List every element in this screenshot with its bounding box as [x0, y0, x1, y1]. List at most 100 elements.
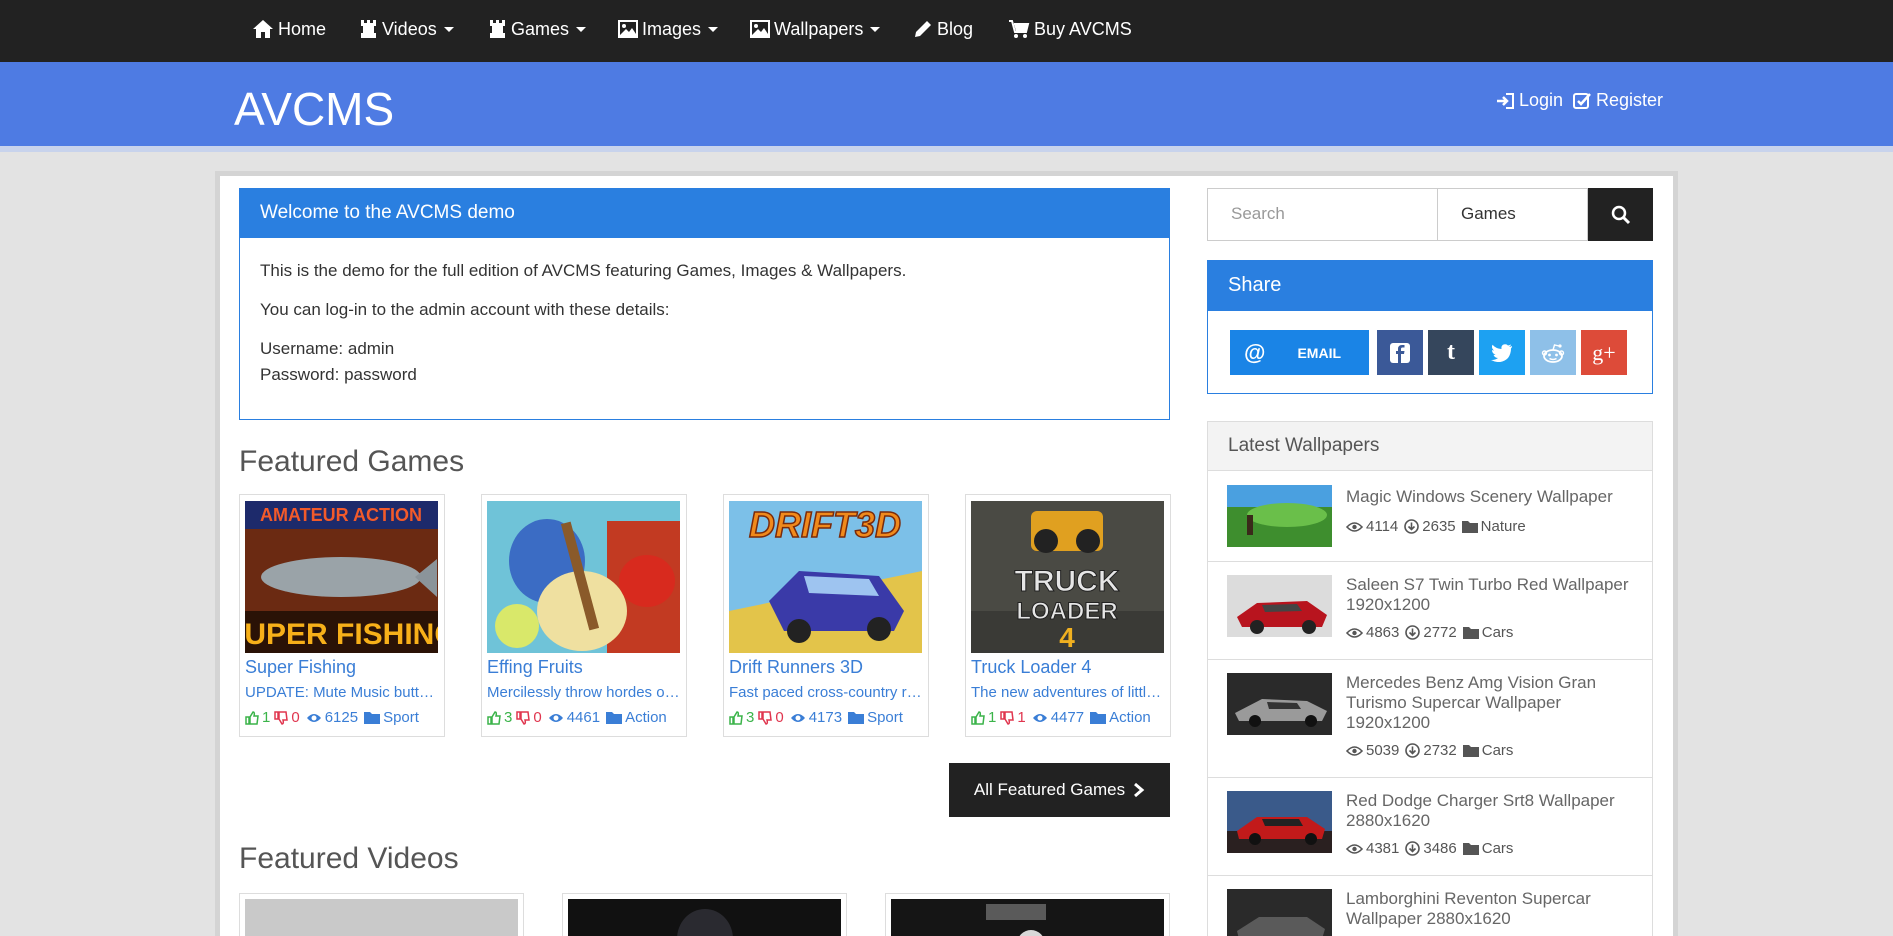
- share-twitter-button[interactable]: [1479, 330, 1525, 375]
- wallpaper-thumbnail[interactable]: [1227, 673, 1332, 735]
- search-type-select[interactable]: Games: [1437, 188, 1588, 241]
- welcome-title: Welcome to the AVCMS demo: [240, 189, 1169, 238]
- views-count: 4477: [1050, 709, 1085, 726]
- download-icon: [1405, 625, 1421, 640]
- svg-text:TRUCK: TRUCK: [1015, 565, 1120, 598]
- game-title[interactable]: Effing Fruits: [487, 657, 583, 678]
- category[interactable]: Sport: [848, 709, 903, 726]
- welcome-password: Password: password: [260, 365, 417, 384]
- search-input[interactable]: Search: [1207, 188, 1437, 241]
- likes-count: 1: [988, 709, 997, 726]
- chevron-down-icon: [576, 26, 587, 32]
- eye-icon: [1346, 627, 1363, 638]
- likes[interactable]: 1: [971, 709, 996, 726]
- video-tile[interactable]: [562, 893, 847, 936]
- welcome-username: Username: admin: [260, 339, 395, 358]
- login-icon: [1497, 92, 1514, 109]
- share-reddit-button[interactable]: [1530, 330, 1576, 375]
- featured-games-title: Featured Games: [239, 445, 465, 478]
- nav-games[interactable]: Games: [488, 0, 587, 58]
- thumbs-up-icon: [971, 710, 985, 725]
- dislikes[interactable]: 0: [516, 709, 542, 726]
- category[interactable]: Sport: [364, 709, 419, 726]
- share-tumblr-button[interactable]: t: [1428, 330, 1474, 375]
- nav-buy[interactable]: Buy AVCMS: [1008, 0, 1132, 58]
- game-thumbnail[interactable]: DRIFT3D: [729, 501, 922, 653]
- svg-text:DRIFT3D: DRIFT3D: [749, 504, 901, 545]
- eye-icon: [306, 713, 321, 722]
- wallpaper-stats: 5039 2732 Cars: [1346, 742, 1519, 759]
- likes[interactable]: 3: [487, 709, 512, 726]
- category[interactable]: Action: [606, 709, 667, 726]
- svg-text:LOADER: LOADER: [1016, 598, 1117, 625]
- game-title[interactable]: Truck Loader 4: [971, 657, 1091, 678]
- wallpaper-thumbnail[interactable]: [1227, 485, 1332, 547]
- wallpaper-title[interactable]: Saleen S7 Twin Turbo Red Wallpaper 1920x…: [1346, 575, 1636, 615]
- eye-icon: [1346, 745, 1363, 756]
- game-title[interactable]: Drift Runners 3D: [729, 657, 863, 678]
- share-email-label: EMAIL: [1297, 344, 1342, 361]
- wallpaper-thumbnail[interactable]: [1227, 791, 1332, 853]
- video-thumbnail[interactable]: [568, 899, 841, 936]
- nav-blog[interactable]: Blog: [913, 0, 973, 58]
- wallpaper-stats: 4863 2772 Cars: [1346, 624, 1519, 641]
- latest-wallpapers-title: Latest Wallpapers: [1208, 422, 1652, 471]
- featured-videos-title: Featured Videos: [239, 842, 459, 875]
- wallpaper-item[interactable]: Magic Windows Scenery Wallpaper 4114 263…: [1208, 472, 1652, 562]
- game-stats: 1 1 4477 Action: [971, 709, 1151, 726]
- video-thumbnail[interactable]: [891, 899, 1164, 936]
- video-thumbnail[interactable]: [245, 899, 518, 936]
- login-link[interactable]: Login: [1495, 90, 1563, 111]
- dislikes[interactable]: 0: [758, 709, 784, 726]
- game-description: UPDATE: Mute Music button added: [245, 684, 438, 701]
- wallpaper-title[interactable]: Mercedes Benz Amg Vision Gran Turismo Su…: [1346, 673, 1636, 733]
- wallpaper-thumbnail[interactable]: [1227, 889, 1332, 936]
- search-button[interactable]: [1588, 188, 1653, 241]
- dislikes[interactable]: 0: [274, 709, 300, 726]
- game-tile[interactable]: DRIFT3D Drift Runners 3D Fast paced cros…: [723, 494, 929, 737]
- game-description: The new adventures of little truck: [971, 684, 1164, 701]
- category[interactable]: Action: [1090, 709, 1151, 726]
- nav-images[interactable]: Images: [618, 0, 719, 58]
- wallpaper-item[interactable]: Red Dodge Charger Srt8 Wallpaper 2880x16…: [1208, 778, 1652, 876]
- share-email-button[interactable]: @ EMAIL: [1230, 330, 1369, 375]
- video-tile[interactable]: [885, 893, 1170, 936]
- category-label: Action: [1109, 709, 1151, 726]
- game-thumbnail[interactable]: TRUCK LOADER 4: [971, 501, 1164, 653]
- wallpaper-item[interactable]: Saleen S7 Twin Turbo Red Wallpaper 1920x…: [1208, 562, 1652, 660]
- share-panel: Share @ EMAIL t g+: [1207, 260, 1653, 394]
- views-count: 6125: [324, 709, 359, 726]
- likes[interactable]: 3: [729, 709, 754, 726]
- wallpaper-item[interactable]: Mercedes Benz Amg Vision Gran Turismo Su…: [1208, 660, 1652, 778]
- share-facebook-button[interactable]: [1377, 330, 1423, 375]
- share-googleplus-button[interactable]: g+: [1581, 330, 1627, 375]
- nav-wallpapers[interactable]: Wallpapers: [750, 0, 881, 58]
- wallpaper-item[interactable]: Lamborghini Reventon Supercar Wallpaper …: [1208, 876, 1652, 936]
- register-link[interactable]: Register: [1573, 90, 1663, 111]
- game-thumbnail[interactable]: AMATEUR ACTION SUPER FISHING: [245, 501, 438, 653]
- check-square-icon: [1573, 92, 1591, 109]
- game-stats: 1 0 6125 Sport: [245, 709, 419, 726]
- thumbs-up-icon: [729, 710, 743, 725]
- all-featured-games-label: All Featured Games: [973, 780, 1126, 799]
- game-tile[interactable]: AMATEUR ACTION SUPER FISHING Super Fishi…: [239, 494, 445, 737]
- game-title[interactable]: Super Fishing: [245, 657, 356, 678]
- nav-home[interactable]: Home: [252, 0, 326, 58]
- views-count: 4863: [1366, 624, 1400, 641]
- dislikes[interactable]: 1: [1000, 709, 1026, 726]
- nav-videos[interactable]: Videos: [359, 0, 454, 58]
- game-thumbnail[interactable]: [487, 501, 680, 653]
- game-tile[interactable]: TRUCK LOADER 4 Truck Loader 4 The new ad…: [965, 494, 1171, 737]
- eye-icon: [1346, 843, 1363, 854]
- wallpaper-title[interactable]: Red Dodge Charger Srt8 Wallpaper 2880x16…: [1346, 791, 1636, 831]
- all-featured-games-button[interactable]: All Featured Games: [949, 763, 1170, 817]
- wallpaper-thumbnail[interactable]: [1227, 575, 1332, 637]
- wallpaper-title[interactable]: Lamborghini Reventon Supercar Wallpaper …: [1346, 889, 1636, 929]
- wallpaper-title[interactable]: Magic Windows Scenery Wallpaper: [1346, 487, 1636, 507]
- video-tile[interactable]: [239, 893, 524, 936]
- game-tile[interactable]: Effing Fruits Mercilessly throw hordes o…: [481, 494, 687, 737]
- likes[interactable]: 1: [245, 709, 270, 726]
- site-brand[interactable]: AVCMS: [234, 82, 394, 136]
- chevron-down-icon: [708, 26, 719, 32]
- views-count: 5039: [1366, 742, 1400, 759]
